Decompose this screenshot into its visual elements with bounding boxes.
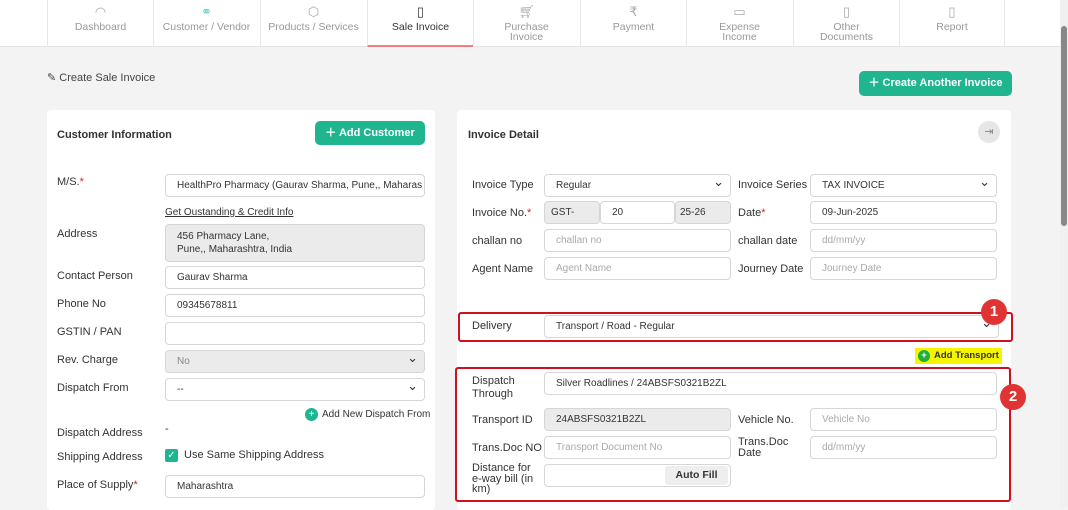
tab-purchase-invoice[interactable]: 🛒︎ Purchase Invoice: [473, 0, 579, 47]
agent-name-label: Agent Name: [472, 263, 534, 275]
challan-date-label: challan date: [738, 235, 798, 247]
invoice-series-select[interactable]: TAX INVOICE: [810, 174, 997, 197]
contact-input[interactable]: Gaurav Sharma: [165, 266, 425, 289]
invoice-detail-card: Invoice Detail ⇥ Invoice Type Regular In…: [455, 110, 1026, 510]
payment-icon: ₹: [629, 4, 638, 19]
document-icon: ▯: [842, 4, 851, 19]
add-transport-button[interactable]: + Add Transport: [915, 348, 1002, 364]
rev-charge-label: Rev. Charge: [57, 354, 118, 366]
scrollbar[interactable]: [1060, 0, 1068, 507]
invoice-icon: ▯: [416, 4, 425, 19]
auto-fill-button[interactable]: Auto Fill: [665, 466, 728, 485]
tab-sale-invoice[interactable]: ▯ Sale Invoice: [367, 0, 473, 47]
tab-products-services[interactable]: ⬡ Products / Services: [260, 0, 366, 47]
top-nav: ◠ Dashboard ⚭ Customer / Vendor ⬡ Products …: [0, 0, 1060, 47]
distance-label: Distance for e-way bill (in km): [472, 462, 534, 495]
date-input[interactable]: 09-Jun-2025: [810, 201, 997, 224]
clipboard-icon: ▯: [948, 4, 956, 19]
expense-icon: ▭: [733, 4, 746, 19]
phone-input[interactable]: 09345678811: [165, 294, 425, 317]
invoice-type-label: Invoice Type: [472, 179, 534, 191]
box-icon: ⬡: [307, 4, 320, 19]
outstanding-credit-link[interactable]: Get Oustanding & Credit Info: [165, 207, 293, 218]
invoice-number-input[interactable]: 20: [600, 201, 675, 224]
trans-doc-no-input[interactable]: Transport Document No: [544, 436, 731, 459]
transport-id-input: 24ABSFS0321B2ZL: [544, 408, 731, 431]
annotation-badge-1: 1: [981, 299, 1007, 325]
address-label: Address: [57, 228, 98, 240]
challan-no-input[interactable]: challan no: [544, 229, 731, 252]
ms-input[interactable]: HealthPro Pharmacy (Gaurav Sharma, Pune,…: [165, 174, 425, 197]
trans-doc-no-label: Trans.Doc NO: [472, 442, 542, 454]
tab-other-documents[interactable]: ▯ Other Documents: [793, 0, 899, 47]
tab-customer-vendor[interactable]: ⚭ Customer / Vendor: [153, 0, 259, 47]
trans-doc-date-label: Trans.Doc Date: [738, 436, 789, 459]
checkbox-checked-icon: ✓: [165, 449, 178, 462]
add-dispatch-from-link[interactable]: + Add New Dispatch From: [305, 408, 430, 421]
dispatch-through-input[interactable]: Silver Roadlines / 24ABSFS0321B2ZL: [544, 372, 997, 395]
invoice-series-label: Invoice Series: [738, 179, 808, 191]
journey-date-label: Journey Date: [738, 263, 804, 275]
plus-circle-icon: +: [305, 408, 318, 421]
tab-dashboard[interactable]: ◠ Dashboard: [47, 0, 153, 47]
place-of-supply-input[interactable]: Maharashtra: [165, 475, 425, 498]
contact-label: Contact Person: [57, 270, 133, 282]
edit-icon: ✎: [47, 72, 60, 84]
gauge-icon: ◠: [94, 4, 107, 19]
agent-name-input[interactable]: Agent Name: [544, 257, 731, 280]
dispatch-through-label: Dispatch Through: [472, 375, 515, 400]
challan-date-input[interactable]: dd/mm/yy: [810, 229, 997, 252]
dispatch-from-select[interactable]: --: [165, 378, 425, 401]
vehicle-no-label: Vehicle No.: [738, 414, 794, 426]
create-another-invoice-button[interactable]: ＋ Create Another Invoice: [859, 71, 1012, 96]
tab-report[interactable]: ▯ Report: [899, 0, 1005, 47]
transport-id-label: Transport ID: [472, 414, 533, 426]
phone-label: Phone No: [57, 298, 106, 310]
cart-icon: 🛒︎: [518, 4, 536, 19]
invoice-heading: Invoice Detail: [468, 129, 539, 141]
challan-no-label: challan no: [472, 235, 523, 247]
invoice-type-select[interactable]: Regular: [544, 174, 731, 197]
plus-circle-icon: +: [918, 350, 930, 362]
customer-information-card: Customer Information ＋ Add Customer M/S.…: [47, 110, 435, 510]
journey-date-input[interactable]: Journey Date: [810, 257, 997, 280]
trans-doc-date-input[interactable]: dd/mm/yy: [810, 436, 997, 459]
dispatch-address-label: Dispatch Address: [57, 427, 143, 439]
page-title: ✎ Create Sale Invoice: [47, 72, 156, 84]
rev-charge-select[interactable]: No: [165, 350, 425, 373]
annotation-box-1: [458, 312, 1013, 342]
same-shipping-checkbox[interactable]: ✓ Use Same Shipping Address: [165, 449, 324, 462]
customer-heading: Customer Information: [57, 129, 172, 141]
tab-expense-income[interactable]: ▭ Expense Income: [686, 0, 792, 47]
invoice-suffix: 25-26: [675, 201, 731, 224]
invoice-no-label: Invoice No.*: [472, 207, 532, 219]
scrollbar-thumb[interactable]: [1061, 26, 1067, 226]
date-label: Date*: [738, 207, 766, 219]
place-of-supply-label: Place of Supply*: [57, 479, 138, 491]
users-icon: ⚭: [201, 4, 212, 19]
gstin-label: GSTIN / PAN: [57, 326, 122, 338]
transport-toggle-icon[interactable]: ⇥: [978, 121, 1000, 143]
gstin-input[interactable]: [165, 322, 425, 345]
add-customer-button[interactable]: ＋ Add Customer: [315, 121, 425, 145]
invoice-prefix: GST-: [544, 201, 600, 224]
ms-label: M/S.*: [57, 176, 84, 188]
shipping-label: Shipping Address: [57, 451, 143, 463]
annotation-badge-2: 2: [1000, 384, 1026, 410]
tab-payment[interactable]: ₹ Payment: [580, 0, 686, 47]
vehicle-no-input[interactable]: Vehicle No: [810, 408, 997, 431]
dispatch-address-value: -: [165, 423, 169, 435]
address-textarea[interactable]: 456 Pharmacy Lane, Pune,, Maharashtra, In…: [165, 224, 425, 262]
dispatch-from-label: Dispatch From: [57, 382, 129, 394]
